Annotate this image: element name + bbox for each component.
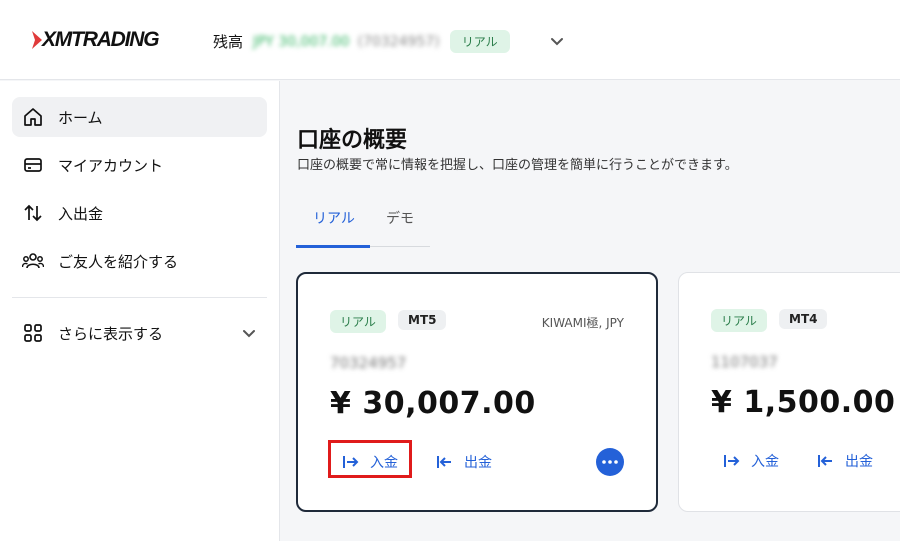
- account-balance: ¥ 30,007.00: [330, 386, 536, 421]
- chevron-down-icon[interactable]: [549, 33, 565, 49]
- sidebar-item-refer-friend[interactable]: ご友人を紹介する: [12, 241, 267, 281]
- withdraw-label: 出金: [845, 454, 873, 470]
- xmtrading-logo[interactable]: XMTRADING: [32, 28, 160, 52]
- withdraw-button[interactable]: 出金: [817, 451, 873, 471]
- sidebar-item-my-account[interactable]: マイアカウント: [12, 145, 267, 185]
- sidebar-item-label: さらに表示する: [58, 324, 164, 343]
- wallet-icon: [22, 154, 44, 176]
- top-header: XMTRADING 残高 JPY 30,007.00 (70324957) リア…: [0, 0, 900, 80]
- highlight-box: [328, 440, 412, 478]
- balance-account-number: (70324957): [357, 33, 440, 50]
- platform-badge: MT4: [779, 309, 828, 329]
- logo-mark-icon: [32, 31, 42, 49]
- platform-badge: MT5: [398, 310, 447, 330]
- transfer-arrows-icon: [22, 202, 44, 224]
- account-card[interactable]: リアル MT4 1107037 ¥ 1,500.00 入金 出金: [678, 272, 900, 512]
- logo-text: XMTRADING: [42, 28, 160, 51]
- sidebar-item-label: 入出金: [58, 204, 104, 223]
- page-subtitle: 口座の概要で常に情報を把握し、口座の管理を簡単に行うことができます。: [297, 158, 738, 173]
- sidebar: ホーム マイアカウント 入出金 ご友人を紹介する さらに表示する: [0, 81, 280, 541]
- account-kind-label: KIWAMI極, JPY: [541, 316, 624, 330]
- balance-amount: JPY 30,007.00: [253, 33, 350, 50]
- withdraw-arrow-icon: [818, 455, 832, 467]
- page-title: 口座の概要: [297, 128, 408, 153]
- sidebar-divider: [12, 297, 267, 298]
- deposit-button[interactable]: 入金: [723, 451, 779, 471]
- balance-label: 残高: [213, 33, 244, 51]
- grid-icon: [22, 322, 44, 344]
- withdraw-arrow-icon: [437, 456, 451, 468]
- more-dots-icon: [602, 460, 618, 464]
- active-tab-indicator: [296, 245, 370, 248]
- sidebar-item-label: ご友人を紹介する: [58, 252, 179, 271]
- deposit-label: 入金: [751, 454, 779, 470]
- users-icon: [22, 250, 44, 272]
- sidebar-item-home[interactable]: ホーム: [12, 97, 267, 137]
- sidebar-item-label: マイアカウント: [58, 156, 164, 175]
- tab-demo[interactable]: デモ: [386, 208, 414, 228]
- account-tabs: リアル デモ: [296, 200, 430, 248]
- withdraw-label: 出金: [464, 455, 492, 471]
- account-type-badge: リアル: [449, 30, 510, 53]
- account-number: 1107037: [711, 353, 778, 371]
- sidebar-item-label: ホーム: [58, 108, 103, 127]
- deposit-arrow-icon: [724, 455, 740, 467]
- account-balance: ¥ 1,500.00: [711, 385, 896, 420]
- balance-display: 残高 JPY 30,007.00 (70324957) リアル: [213, 30, 510, 53]
- account-type-badge: リアル: [330, 310, 386, 333]
- tab-real[interactable]: リアル: [313, 208, 355, 228]
- more-options-button[interactable]: [596, 448, 624, 476]
- account-number: 70324957: [330, 354, 407, 372]
- account-type-badge: リアル: [711, 309, 767, 332]
- sidebar-item-deposit-withdraw[interactable]: 入出金: [12, 193, 267, 233]
- withdraw-button[interactable]: 出金: [436, 452, 492, 472]
- chevron-down-icon: [243, 330, 255, 338]
- sidebar-item-show-more[interactable]: さらに表示する: [12, 313, 267, 353]
- home-icon: [22, 106, 44, 128]
